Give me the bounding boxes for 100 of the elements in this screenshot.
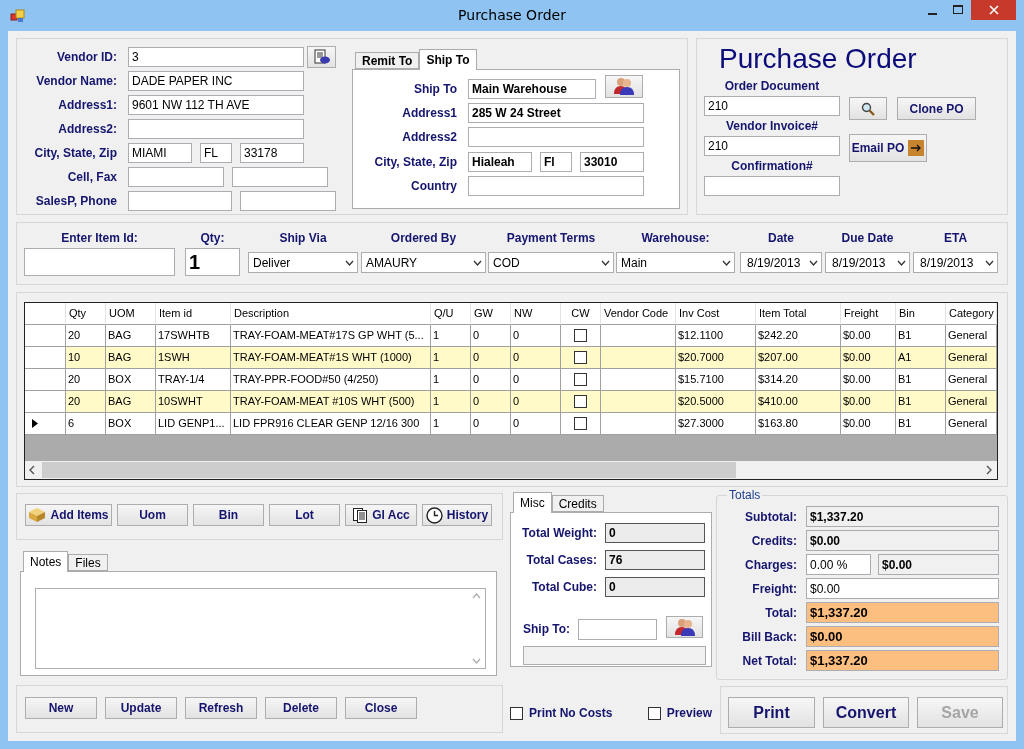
column-header[interactable]: Bin [896, 303, 946, 325]
tab[interactable]: Credits [551, 495, 604, 512]
action-button[interactable]: Print [728, 697, 815, 728]
text-field[interactable]: 285 W 24 Street [468, 103, 644, 123]
row-header[interactable] [25, 413, 66, 435]
total-field[interactable]: $0.00 [878, 554, 999, 575]
toolbar-button[interactable]: Gl Acc [345, 504, 417, 526]
date-picker[interactable]: 8/19/2013 [913, 252, 998, 273]
search-button[interactable] [849, 97, 887, 120]
text-field[interactable] [240, 191, 336, 211]
text-field[interactable]: 3 [128, 47, 304, 67]
column-header[interactable]: Q/U [431, 303, 471, 325]
field-label: Address2 [401, 130, 457, 144]
text-field[interactable] [128, 191, 232, 211]
tab[interactable]: Notes [23, 551, 69, 572]
text-field[interactable] [523, 646, 706, 665]
form-button[interactable]: Close [345, 697, 417, 719]
column-header[interactable]: Inv Cost [676, 303, 756, 325]
checkbox[interactable] [510, 706, 523, 720]
horizontal-scrollbar[interactable] [25, 461, 997, 479]
text-field[interactable]: 210 [704, 96, 840, 116]
table-cell: $163.80 [756, 413, 841, 435]
form-button[interactable]: Refresh [185, 697, 257, 719]
column-header[interactable]: NW [511, 303, 561, 325]
text-field[interactable]: MIAMI [128, 143, 192, 163]
column-header[interactable]: Freight [841, 303, 896, 325]
text-field[interactable]: Main Warehouse [468, 79, 596, 99]
text-field[interactable]: 33010 [580, 151, 644, 172]
text-field[interactable]: 33178 [240, 143, 304, 163]
amount-field[interactable]: 0.00 % [806, 554, 871, 575]
total-field[interactable]: $1,337.20 [806, 506, 999, 527]
toolbar-button[interactable]: Lot [269, 504, 340, 526]
text-field[interactable]: FL [200, 143, 232, 163]
text-field[interactable] [468, 127, 644, 147]
quantity-field[interactable]: 1 [185, 248, 240, 276]
text-field[interactable]: 9601 NW 112 TH AVE [128, 95, 304, 115]
text-field[interactable] [468, 176, 644, 196]
documents-icon [352, 506, 369, 524]
checkbox[interactable] [647, 706, 661, 720]
tab[interactable]: Remit To [355, 52, 420, 69]
dropdown[interactable]: Deliver [248, 252, 358, 273]
dropdown[interactable]: COD [488, 252, 614, 273]
text-field[interactable] [578, 618, 658, 640]
text-field[interactable]: DADE PAPER INC [128, 71, 304, 91]
field-label: Total: [764, 605, 797, 620]
tab[interactable]: Misc [513, 492, 552, 513]
date-picker[interactable]: 8/19/2013 [740, 252, 822, 273]
toolbar-button[interactable]: Uom [117, 504, 188, 526]
tab[interactable]: Ship To [419, 49, 477, 70]
checkbox[interactable] [574, 351, 587, 364]
total-field[interactable]: 0 [605, 577, 705, 597]
text-field[interactable] [232, 167, 328, 187]
toolbar-button[interactable]: Bin [193, 504, 264, 526]
text-field[interactable] [128, 167, 224, 187]
action-button[interactable]: Convert [823, 697, 909, 728]
checkbox[interactable] [574, 395, 587, 408]
total-field[interactable]: $0.00 [806, 626, 999, 647]
item-id-field[interactable] [24, 248, 175, 276]
lookup-button[interactable] [605, 74, 643, 98]
form-button[interactable]: New [25, 697, 97, 719]
total-field[interactable]: $0.00 [806, 530, 999, 551]
field-label: Credits: [750, 533, 797, 548]
text-field[interactable]: 210 [704, 136, 840, 156]
field-label: Ordered By [389, 231, 458, 246]
column-header[interactable]: CW [561, 303, 601, 325]
chevron-down-icon [897, 259, 906, 266]
column-header[interactable]: UOM [106, 303, 156, 325]
lookup-button[interactable] [307, 46, 336, 68]
checkbox[interactable] [574, 417, 587, 430]
checkbox[interactable] [574, 329, 587, 342]
dropdown[interactable]: AMAURY [361, 252, 486, 273]
email-button[interactable]: Email PO [849, 134, 927, 162]
column-header[interactable]: GW [471, 303, 511, 325]
text-field[interactable] [128, 119, 304, 139]
clone-button[interactable]: Clone PO [897, 97, 976, 120]
column-header[interactable]: Qty [66, 303, 106, 325]
field-label: Payment Terms [505, 231, 597, 246]
column-header[interactable]: Item id [156, 303, 231, 325]
checkbox[interactable] [574, 373, 587, 386]
date-picker[interactable]: 8/19/2013 [825, 252, 910, 273]
toolbar-button[interactable]: Add Items [25, 504, 112, 526]
toolbar-button[interactable]: History [422, 504, 492, 526]
lookup-button[interactable] [666, 616, 704, 638]
column-header[interactable]: Description [231, 303, 431, 325]
total-field[interactable]: $1,337.20 [806, 650, 999, 671]
dropdown[interactable]: Main [616, 252, 735, 273]
total-field[interactable]: $1,337.20 [806, 602, 999, 623]
column-header[interactable]: Item Total [756, 303, 841, 325]
amount-field[interactable]: $0.00 [806, 578, 999, 599]
column-header[interactable]: Vendor Code [601, 303, 676, 325]
text-field[interactable] [704, 176, 840, 196]
tab[interactable]: Files [68, 554, 108, 571]
text-field[interactable]: Fl [540, 151, 572, 172]
text-field[interactable]: Hialeah [468, 151, 532, 172]
total-field[interactable]: 0 [605, 523, 705, 543]
total-field[interactable]: 76 [605, 550, 705, 570]
notes-field[interactable] [35, 588, 486, 669]
column-header[interactable]: Category [946, 303, 997, 325]
form-button[interactable]: Delete [265, 697, 337, 719]
form-button[interactable]: Update [105, 697, 177, 719]
